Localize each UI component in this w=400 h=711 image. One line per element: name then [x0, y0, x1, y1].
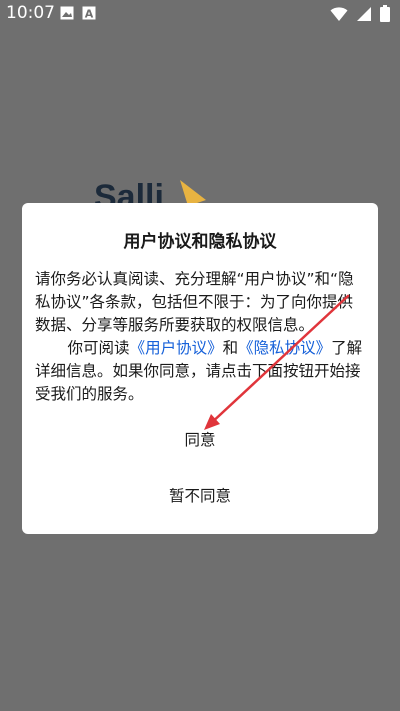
status-icons-left: A	[60, 6, 96, 20]
image-icon	[60, 6, 74, 20]
battery-icon	[380, 5, 390, 22]
agreement-dialog: 用户协议和隐私协议 请你务必认真阅读、充分理解“用户协议”和“隐私协议”各条款，…	[22, 203, 378, 534]
text-icon: A	[82, 6, 96, 20]
dialog-body: 请你务必认真阅读、充分理解“用户协议”和“隐私协议”各条款，包括但不限于：为了向…	[35, 268, 367, 406]
status-time: 10:07	[6, 3, 55, 23]
disagree-button[interactable]: 暂不同意	[22, 481, 378, 511]
signal-icon	[357, 6, 371, 21]
status-icons-right	[330, 5, 390, 22]
wifi-icon	[330, 6, 348, 21]
body-paragraph-2-prefix: 你可阅读	[67, 339, 130, 357]
and-text: 和	[222, 339, 239, 357]
agree-button[interactable]: 同意	[22, 425, 378, 455]
body-paragraph-2: 你可阅读《用户协议》和《隐私协议》了解详细信息。如果你同意，请点击下面按钮开始接…	[35, 337, 367, 406]
body-paragraph-1: 请你务必认真阅读、充分理解“用户协议”和“隐私协议”各条款，包括但不限于：为了向…	[35, 270, 354, 334]
dialog-title: 用户协议和隐私协议	[123, 232, 277, 252]
privacy-agreement-link[interactable]: 《隐私协议》	[238, 339, 331, 357]
user-agreement-link[interactable]: 《用户协议》	[130, 339, 223, 357]
status-bar: 10:07 A	[0, 0, 400, 28]
svg-text:A: A	[85, 8, 94, 21]
